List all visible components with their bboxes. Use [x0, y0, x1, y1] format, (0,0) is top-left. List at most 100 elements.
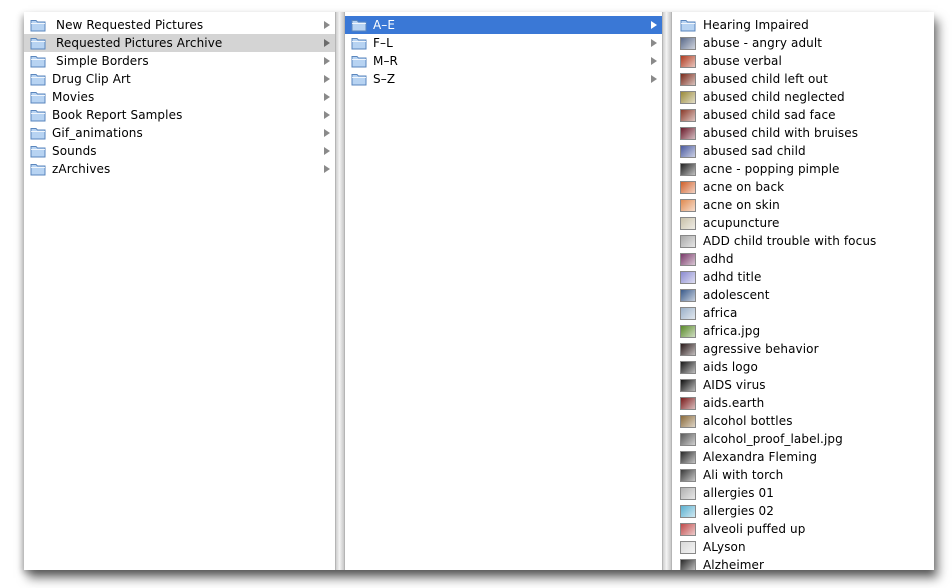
folder-icon: [351, 18, 367, 32]
folder-icon: [30, 144, 46, 158]
item-label: adhd title: [703, 270, 762, 284]
folder-item-f-l[interactable]: F–L: [345, 34, 662, 52]
folder-item-sounds[interactable]: Sounds: [24, 142, 335, 160]
file-item-acne-on-back[interactable]: acne on back: [672, 178, 934, 196]
folder-item-s-z[interactable]: S–Z: [345, 70, 662, 88]
file-item-add-child-trouble-with-focus[interactable]: ADD child trouble with focus: [672, 232, 934, 250]
file-item-aids-logo[interactable]: aids logo: [672, 358, 934, 376]
image-thumbnail-icon: [680, 342, 696, 356]
image-thumbnail-icon: [680, 180, 696, 194]
file-item-allergies-02[interactable]: allergies 02: [672, 502, 934, 520]
image-thumbnail-icon: [680, 198, 696, 212]
file-item-ali-with-torch[interactable]: Ali with torch: [672, 466, 934, 484]
file-item-aids-virus[interactable]: AIDS virus: [672, 376, 934, 394]
column-resize-handle-1[interactable]: [335, 12, 345, 570]
folder-icon: [351, 54, 367, 68]
folder-item-new-requested-pictures[interactable]: New Requested Pictures: [24, 16, 335, 34]
file-item-adhd-title[interactable]: adhd title: [672, 268, 934, 286]
item-label: alcohol bottles: [703, 414, 793, 428]
file-item-alexandra-fleming[interactable]: Alexandra Fleming: [672, 448, 934, 466]
file-item-alveoli-puffed-up[interactable]: alveoli puffed up: [672, 520, 934, 538]
item-label: ALyson: [703, 540, 746, 554]
disclosure-arrow-icon: [324, 75, 330, 83]
folder-item-movies[interactable]: Movies: [24, 88, 335, 106]
folder-icon: [30, 90, 46, 104]
item-label: adolescent: [703, 288, 770, 302]
file-item-alyson[interactable]: ALyson: [672, 538, 934, 556]
item-label: africa.jpg: [703, 324, 761, 338]
item-label: acne on back: [703, 180, 785, 194]
file-item-acne-popping-pimple[interactable]: acne - popping pimple: [672, 160, 934, 178]
folder-item-m-r[interactable]: M–R: [345, 52, 662, 70]
folder-icon: [30, 18, 46, 32]
column-3[interactable]: Hearing Impaired abuse - angry adult abuse…: [672, 12, 934, 570]
image-thumbnail-icon: [680, 504, 696, 518]
folder-item-gif-animations[interactable]: Gif_animations: [24, 124, 335, 142]
file-item-allergies-01[interactable]: allergies 01: [672, 484, 934, 502]
image-thumbnail-icon: [680, 234, 696, 248]
item-label: Gif_animations: [52, 126, 143, 140]
item-label: abused child with bruises: [703, 126, 859, 140]
image-thumbnail-icon: [680, 72, 696, 86]
folder-icon: [30, 54, 46, 68]
file-item-alzheimer[interactable]: Alzheimer: [672, 556, 934, 570]
folder-icon: [351, 72, 367, 86]
column-1[interactable]: New Requested Pictures Requested Pictures…: [24, 12, 335, 570]
image-thumbnail-icon: [680, 36, 696, 50]
image-thumbnail-icon: [680, 252, 696, 266]
file-item-abused-sad-child[interactable]: abused sad child: [672, 142, 934, 160]
folder-item-drug-clip-art[interactable]: Drug Clip Art: [24, 70, 335, 88]
image-thumbnail-icon: [680, 306, 696, 320]
file-item-abuse-angry-adult[interactable]: abuse - angry adult: [672, 34, 934, 52]
item-label: M–R: [373, 54, 398, 68]
file-item-africa-jpg[interactable]: africa.jpg: [672, 322, 934, 340]
file-item-abused-child-with-bruises[interactable]: abused child with bruises: [672, 124, 934, 142]
image-thumbnail-icon: [680, 108, 696, 122]
file-item-abused-child-sad-face[interactable]: abused child sad face: [672, 106, 934, 124]
file-item-adolescent[interactable]: adolescent: [672, 286, 934, 304]
item-label: Simple Borders: [56, 54, 149, 68]
item-label: aids logo: [703, 360, 758, 374]
folder-icon: [30, 108, 46, 122]
folder-item-a-e[interactable]: A–E: [345, 16, 662, 34]
disclosure-arrow-icon: [324, 39, 330, 47]
file-item-abused-child-neglected[interactable]: abused child neglected: [672, 88, 934, 106]
file-item-acupuncture[interactable]: acupuncture: [672, 214, 934, 232]
image-thumbnail-icon: [680, 432, 696, 446]
item-label: adhd: [703, 252, 734, 266]
image-thumbnail-icon: [680, 216, 696, 230]
folder-item-requested-pictures-archive[interactable]: Requested Pictures Archive: [24, 34, 335, 52]
folder-icon: [30, 72, 46, 86]
folder-item-hearing-impaired[interactable]: Hearing Impaired: [672, 16, 934, 34]
folder-item-book-report-samples[interactable]: Book Report Samples: [24, 106, 335, 124]
image-thumbnail-icon: [680, 360, 696, 374]
column-2[interactable]: A–E F–L M–R S–Z: [345, 12, 662, 570]
column-3-list: Hearing Impaired abuse - angry adult abuse…: [672, 16, 934, 570]
file-item-acne-on-skin[interactable]: acne on skin: [672, 196, 934, 214]
item-label: Requested Pictures Archive: [56, 36, 223, 50]
item-label: abused child sad face: [703, 108, 836, 122]
folder-icon: [351, 36, 367, 50]
item-label: AIDS virus: [703, 378, 766, 392]
finder-column-browser: New Requested Pictures Requested Pictures…: [24, 12, 934, 570]
column-2-list: A–E F–L M–R S–Z: [345, 16, 662, 88]
column-resize-handle-2[interactable]: [662, 12, 672, 570]
file-item-agressive-behavior[interactable]: agressive behavior: [672, 340, 934, 358]
file-item-adhd[interactable]: adhd: [672, 250, 934, 268]
folder-item-simple-borders[interactable]: Simple Borders: [24, 52, 335, 70]
file-item-alcohol-bottles[interactable]: alcohol bottles: [672, 412, 934, 430]
column-1-list: New Requested Pictures Requested Pictures…: [24, 16, 335, 178]
file-item-alcohol-proof-label-jpg[interactable]: alcohol_proof_label.jpg: [672, 430, 934, 448]
disclosure-arrow-icon: [324, 165, 330, 173]
file-item-aids-earth[interactable]: aids.earth: [672, 394, 934, 412]
file-item-abused-child-left-out[interactable]: abused child left out: [672, 70, 934, 88]
file-item-abuse-verbal[interactable]: abuse verbal: [672, 52, 934, 70]
folder-item-zarchives[interactable]: zArchives: [24, 160, 335, 178]
item-label: Alzheimer: [703, 558, 765, 570]
disclosure-arrow-icon: [324, 111, 330, 119]
file-item-africa[interactable]: africa: [672, 304, 934, 322]
item-label: Ali with torch: [703, 468, 784, 482]
item-label: Hearing Impaired: [703, 18, 809, 32]
item-label: F–L: [373, 36, 393, 50]
disclosure-arrow-icon: [651, 57, 657, 65]
